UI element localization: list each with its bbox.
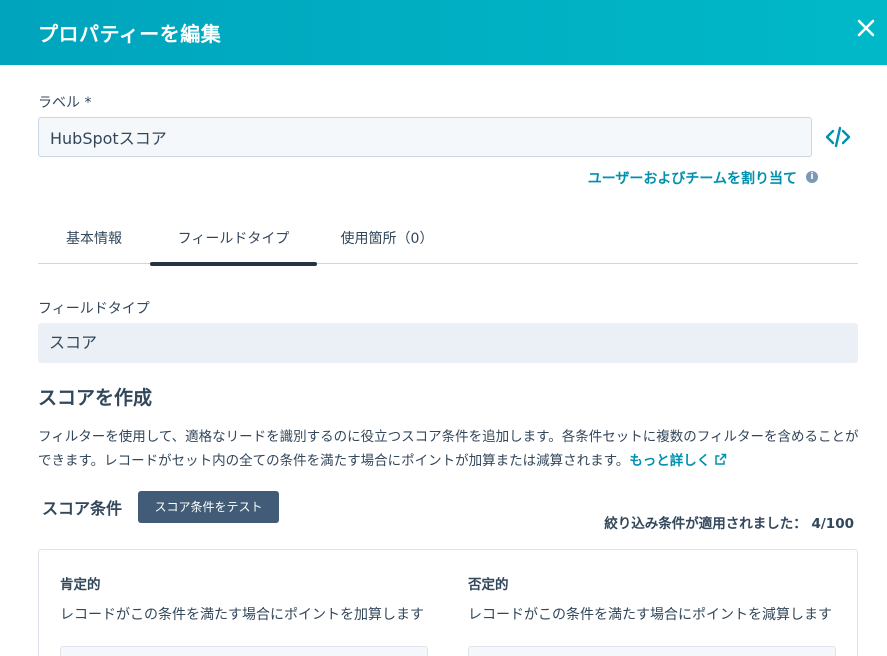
tab-field-type[interactable]: フィールドタイプ [150,220,317,266]
label-input[interactable] [38,117,812,157]
test-score-conditions-button[interactable]: スコア条件をテスト [138,491,279,523]
negative-column-description: レコードがこの条件を満たす場合にポイントを減算します [468,607,832,623]
external-link-icon [714,450,727,465]
code-icon[interactable] [825,126,851,148]
score-description-text: フィルターを使用して、適格なリードを識別するのに役立つスコア条件を追加します。各… [38,429,859,469]
negative-column-title: 否定的 [468,577,509,593]
assign-users-teams-link[interactable]: ユーザーおよびチームを割り当て [588,168,797,188]
filters-applied-label: 絞り込み条件が適用されました： [604,516,807,532]
learn-more-label: もっと詳しく [629,453,711,469]
score-section-title: スコアを作成 [38,387,153,409]
field-type-label: フィールドタイプ [38,301,150,317]
field-type-value: スコア [38,323,858,363]
positive-column-title: 肯定的 [60,577,101,593]
dialog-title: プロパティーを編集 [38,22,222,46]
tab-basic-info[interactable]: 基本情報 [38,220,150,264]
positive-column-description: レコードがこの条件を満たす場合にポイントを加算します [60,607,424,623]
close-icon[interactable] [855,17,877,39]
filters-applied-value: 4/100 [811,516,854,532]
dialog-header: プロパティーを編集 [0,0,887,65]
label-field-label: ラベル * [38,95,92,111]
info-icon[interactable]: i [806,171,818,183]
score-conditions-card [38,549,858,656]
filters-applied-count: 絞り込み条件が適用されました： 4/100 [604,512,854,532]
tab-bar: 基本情報 フィールドタイプ 使用箇所（0） [38,220,858,266]
score-conditions-title: スコア条件 [42,499,123,518]
score-description: フィルターを使用して、適格なリードを識別するのに役立つスコア条件を追加します。各… [38,425,868,473]
negative-condition-set[interactable] [468,646,836,656]
tab-usage[interactable]: 使用箇所（0） [317,220,457,264]
learn-more-link[interactable]: もっと詳しく [629,453,727,469]
positive-condition-set[interactable] [60,646,428,656]
